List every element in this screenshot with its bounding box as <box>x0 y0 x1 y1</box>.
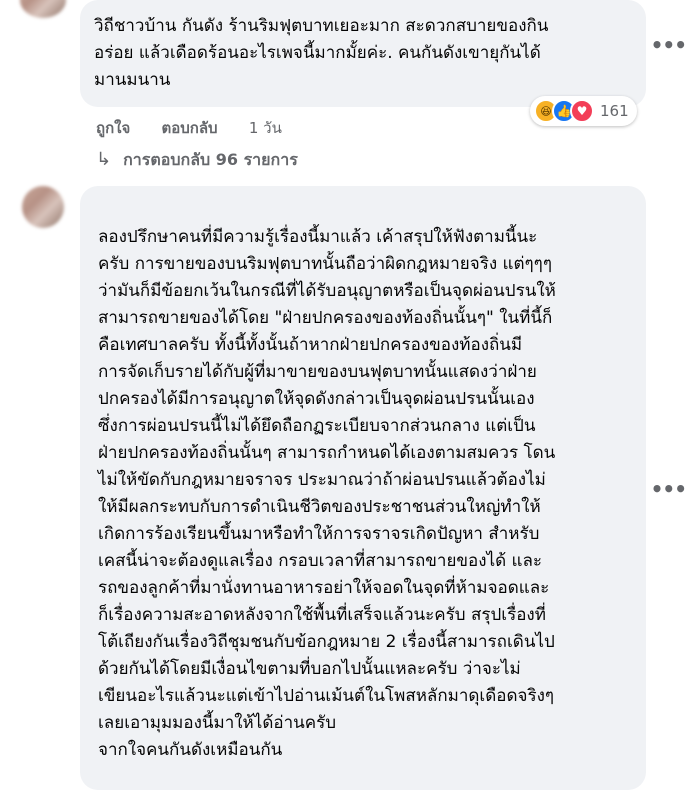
comment-line: คือเทศบาลครับ ทั้งนี้ทั้งนั้นถ้าหากฝ่ายป… <box>98 335 523 355</box>
comment-line: การจัดเก็บรายได้กับผู้ที่มาขายของบนฟุตบา… <box>98 362 537 382</box>
comment-line: ว่ามันก็มีข้อยกเว้นในกรณีที่ได้รับอนุญาต… <box>98 281 556 301</box>
comment-line: ซึ่งการผ่อนปรนนี้ไม่ได้ยึดถือกฏระเบียบจา… <box>98 416 536 436</box>
love-icon: ♥ <box>570 99 594 123</box>
commenter-avatar[interactable] <box>20 0 66 18</box>
comment-line: เขียนอะไรแล้วนะแต่เข้าไปอ่านเม้นต์ในโพสห… <box>98 686 555 706</box>
more-options-icon[interactable]: ••• <box>651 479 687 499</box>
comment-line: ให้มีผลกระทบกับการดำเนินชีวิตของประชาชนส… <box>98 497 541 517</box>
like-button[interactable]: ถูกใจ <box>96 116 130 140</box>
comment-line: วิถีชาวบ้าน กันดัง ร้านริมฟุตบาทเยอะมาก … <box>94 16 549 36</box>
replies-count-label: การตอบกลับ 96 รายการ <box>123 150 298 169</box>
comment-line: ฝ่ายปกครองท้องถิ่นนั้นๆ สามารถกำหนดได้เอ… <box>98 443 556 463</box>
commenter-avatar[interactable] <box>22 186 64 228</box>
comment-bubble: ลองปรึกษาคนที่มีความรู้เรื่องนี้มาแล้ว เ… <box>80 186 646 790</box>
comment-line: ก็เรื่องความสะอาดหลังจากใช้พื้นที่เสร็จแ… <box>98 605 546 625</box>
reaction-count: 161 <box>600 102 629 120</box>
comment-line: รถของลูกค้าที่มานั่งทานอาหารอย่าให้จอดใน… <box>98 578 550 598</box>
comment-timestamp[interactable]: 1 วัน <box>249 116 282 140</box>
comment-line: โต้เถียงกันเรื่องวิถีชุมชนกับข้อกฎหมาย 2… <box>98 632 555 652</box>
comment-line: ปกครองได้มีการอนุญาตให้จุดดังกล่าวเป็นจุ… <box>98 389 535 409</box>
comment-line: อร่อย แล้วเดือดร้อนอะไรเพจนี้มากมั้ยค่ะ.… <box>94 43 541 63</box>
comment-line: ด้วยกันได้โดยมีเงื่อนไขตามที่บอกไปนั้นแห… <box>98 659 521 679</box>
comment-actions: ถูกใจ ตอบกลับ 1 วัน <box>96 116 308 140</box>
comment-line: เกิดการร้องเรียนขึ้นมาหรือทำให้การจราจรเ… <box>98 524 540 544</box>
reply-arrow-icon: ↳ <box>96 149 112 170</box>
comment-line: เลยเอามุมมองนี้มาให้ได้อ่านครับ <box>98 713 337 733</box>
comment-line: ครับ การขายของบนริมฟุตบาทนั้นถือว่าผิดกฎ… <box>98 254 552 274</box>
comment-line: มานมนาน <box>94 70 171 90</box>
view-replies-link[interactable]: ↳ การตอบกลับ 96 รายการ <box>96 148 298 173</box>
comment-line: ไม่ให้ขัดกับกฎหมายจราจร ประมาณว่าถ้าผ่อน… <box>98 470 546 490</box>
comment-text: วิถีชาวบ้าน กันดัง ร้านริมฟุตบาทเยอะมาก … <box>94 13 548 94</box>
comment-line: ลองปรึกษาคนที่มีความรู้เรื่องนี้มาแล้ว เ… <box>98 227 538 247</box>
comment-line: จากใจคนกันดังเหมือนกัน <box>98 740 283 760</box>
reaction-summary[interactable]: 😆 👍 ♥ 161 <box>530 96 637 126</box>
comment-line: สามารถขายของได้โดย "ฝ่ายปกครองของท้องถิ่… <box>98 308 553 328</box>
comment-bubble: วิถีชาวบ้าน กันดัง ร้านริมฟุตบาทเยอะมาก … <box>80 0 646 107</box>
comment-text: ลองปรึกษาคนที่มีความรู้เรื่องนี้มาแล้ว เ… <box>98 224 556 764</box>
reply-button[interactable]: ตอบกลับ <box>162 116 218 140</box>
more-options-icon[interactable]: ••• <box>651 35 687 55</box>
comment-line: เคสนี้น่าจะต้องดูแลเรื่อง กรอบเวลาที่สาม… <box>98 551 543 571</box>
